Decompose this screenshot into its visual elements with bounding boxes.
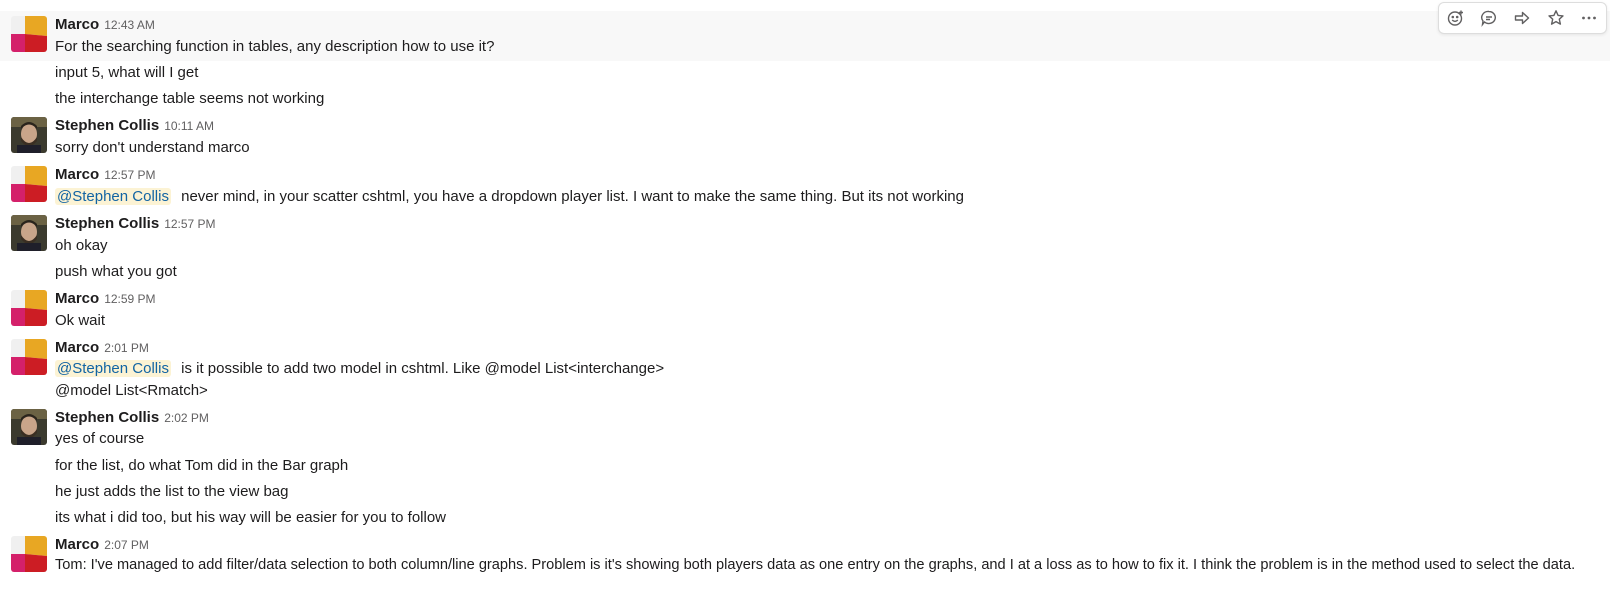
timestamp[interactable]: 12:43 AM: [104, 18, 155, 32]
message-actions-toolbar: [1438, 2, 1607, 34]
author-name[interactable]: Stephen Collis: [55, 117, 159, 134]
message-text: for the list, do what Tom did in the Bar…: [55, 457, 349, 474]
more-actions-icon[interactable]: [1574, 4, 1604, 32]
message-header: Stephen Collis 12:57 PM: [55, 215, 216, 232]
author-name[interactable]: Stephen Collis: [55, 215, 159, 232]
avatar[interactable]: [11, 290, 47, 326]
message-text-content: is it possible to add two model in cshtm…: [181, 360, 665, 377]
timestamp[interactable]: 2:02 PM: [164, 411, 209, 425]
timestamp[interactable]: 12:57 PM: [104, 168, 155, 182]
message-header: Marco 2:01 PM: [55, 339, 149, 356]
user-mention[interactable]: @Stephen Collis: [55, 360, 171, 377]
message-text: @model List<Rmatch>: [55, 382, 208, 399]
avatar[interactable]: [11, 215, 47, 251]
timestamp[interactable]: 10:11 AM: [164, 119, 214, 133]
reply-thread-icon[interactable]: [1474, 4, 1504, 32]
avatar[interactable]: [11, 166, 47, 202]
message-text: push what you got: [55, 263, 177, 280]
message-text: oh okay: [55, 237, 108, 254]
star-icon[interactable]: [1541, 4, 1571, 32]
timestamp[interactable]: 2:07 PM: [104, 538, 149, 552]
author-name[interactable]: Marco: [55, 536, 99, 553]
message-header: Marco 2:07 PM: [55, 536, 149, 553]
user-mention[interactable]: @Stephen Collis: [55, 188, 171, 205]
message-text-content: never mind, in your scatter cshtml, you …: [181, 188, 964, 205]
avatar[interactable]: [11, 16, 47, 52]
message-header: Stephen Collis 10:11 AM: [55, 117, 214, 134]
message-header: Marco 12:57 PM: [55, 166, 156, 183]
timestamp[interactable]: 12:59 PM: [104, 292, 155, 306]
author-name[interactable]: Marco: [55, 290, 99, 307]
message-header: Marco 12:59 PM: [55, 290, 156, 307]
author-name[interactable]: Marco: [55, 16, 99, 33]
message-text: its what i did too, but his way will be …: [55, 509, 447, 526]
message-text: he just adds the list to the view bag: [55, 483, 289, 500]
message-text: sorry don't understand marco: [55, 139, 250, 156]
message-header: Marco 12:43 AM: [55, 16, 155, 33]
share-icon[interactable]: [1507, 4, 1537, 32]
message-text: @Stephen Collis is it possible to add tw…: [55, 360, 664, 377]
message-text: For the searching function in tables, an…: [55, 38, 495, 55]
avatar[interactable]: [11, 536, 47, 572]
avatar[interactable]: [11, 117, 47, 153]
message-header: Stephen Collis 2:02 PM: [55, 409, 209, 426]
author-name[interactable]: Stephen Collis: [55, 409, 159, 426]
author-name[interactable]: Marco: [55, 166, 99, 183]
message-text: the interchange table seems not working: [55, 90, 325, 107]
timestamp[interactable]: 2:01 PM: [104, 341, 149, 355]
timestamp[interactable]: 12:57 PM: [164, 217, 215, 231]
avatar[interactable]: [11, 339, 47, 375]
message-text: yes of course: [55, 430, 145, 447]
message-text: Tom: I've managed to add filter/data sel…: [55, 557, 1576, 573]
avatar[interactable]: [11, 409, 47, 445]
add-reaction-icon[interactable]: [1441, 4, 1471, 32]
message-text: @Stephen Collis never mind, in your scat…: [55, 188, 964, 205]
message-text: Ok wait: [55, 312, 106, 329]
message-text: input 5, what will I get: [55, 64, 199, 81]
author-name[interactable]: Marco: [55, 339, 99, 356]
